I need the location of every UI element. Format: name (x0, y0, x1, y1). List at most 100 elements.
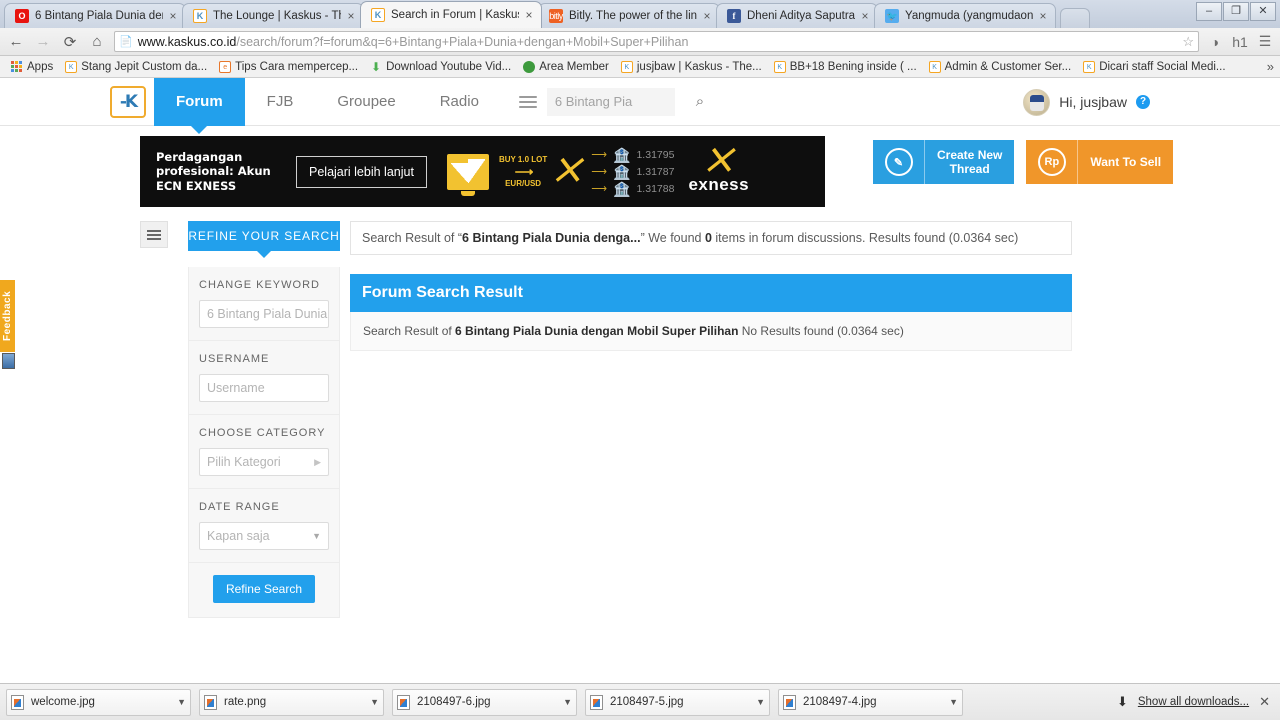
chevron-down-icon[interactable]: ▼ (949, 697, 958, 707)
bookmark-item[interactable]: K Stang Jepit Custom da... (60, 60, 212, 74)
home-icon[interactable]: ⌂ (87, 33, 107, 50)
ad-rates-list: ⟶ 🏦 1.31795 ⟶ 🏦 1.31787 ⟶ 🏦 1.31788 (591, 148, 674, 196)
browser-tab[interactable]: 🐦 Yangmuda (yangmudaonline × (874, 3, 1057, 28)
download-filename: 2108497-5.jpg (610, 696, 684, 708)
nav-item-groupee[interactable]: Groupee (315, 78, 417, 126)
bookmark-label: Download Youtube Vid... (386, 60, 512, 73)
browser-tab[interactable]: bitly Bitly. The power of the link. × (538, 3, 720, 28)
create-new-thread-button[interactable]: ✎ Create New Thread (873, 140, 1015, 184)
download-item[interactable]: rate.png ▼ (199, 688, 384, 716)
tab-close-icon[interactable]: × (859, 10, 871, 22)
close-window-button[interactable]: ✕ (1250, 2, 1276, 21)
date-range-select[interactable]: Kapan saja ▼ (199, 522, 329, 550)
tab-title: The Lounge | Kaskus - The L (213, 10, 341, 22)
extension-two-icon[interactable]: h1 (1231, 34, 1249, 50)
choose-category-select[interactable]: Pilih Kategori ▶ (199, 448, 329, 476)
browser-tab[interactable]: O 6 Bintang Piala Dunia dengan × (4, 3, 186, 28)
kaskus-icon: K (928, 60, 941, 73)
chevron-down-icon[interactable]: ▼ (177, 697, 186, 707)
pencil-icon: ✎ (873, 140, 925, 184)
field-label: DATE RANGE (199, 501, 280, 513)
download-item[interactable]: 2108497-4.jpg ▼ (778, 688, 963, 716)
tab-close-icon[interactable]: × (523, 9, 535, 21)
file-image-icon (590, 694, 603, 710)
feedback-tab[interactable]: Feedback (0, 280, 15, 352)
search-icon[interactable]: ⌕ (685, 93, 715, 110)
bookmark-item[interactable]: K BB+18 Bening inside ( ... (769, 60, 922, 74)
tab-close-icon[interactable]: × (701, 10, 713, 22)
bookmark-item[interactable]: K jusjbaw | Kaskus - The... (616, 60, 767, 74)
chevron-down-icon[interactable]: ▼ (370, 697, 379, 707)
change-keyword-input[interactable]: 6 Bintang Piala Dunia (199, 300, 329, 328)
summary-query: 6 Bintang Piala Dunia denga... (462, 231, 641, 245)
user-menu[interactable]: Hi, jusjbaw ? (1023, 78, 1150, 126)
bookmark-label: BB+18 Bening inside ( ... (789, 60, 917, 73)
feedback-side-icon[interactable] (2, 353, 15, 369)
download-item[interactable]: 2108497-5.jpg ▼ (585, 688, 770, 716)
bookmark-item[interactable]: K Dicari staff Social Medi... (1078, 60, 1230, 74)
header-search-group: 6 Bintang Pia ⌕ (518, 87, 715, 116)
chevron-down-icon[interactable]: ▼ (563, 697, 572, 707)
download-item[interactable]: welcome.jpg ▼ (6, 688, 191, 716)
chevron-down-icon[interactable]: ▼ (756, 697, 765, 707)
exness-ad-banner[interactable]: Perdagangan profesional: Akun ECN EXNESS… (140, 136, 825, 207)
browser-tab[interactable]: f Dheni Aditya Saputra × (716, 3, 879, 28)
bookmark-item[interactable]: K Admin & Customer Ser... (924, 60, 1077, 74)
nav-item-forum[interactable]: Forum (154, 78, 245, 134)
ad-cta-button[interactable]: Pelajari lebih lanjut (296, 155, 427, 188)
close-downloads-bar-icon[interactable]: ✕ (1259, 694, 1270, 710)
refine-your-search-tab[interactable]: REFINE YOUR SEARCH (188, 221, 340, 258)
want-to-sell-button[interactable]: Rp Want To Sell (1026, 140, 1174, 184)
bookmark-star-icon[interactable]: ☆ (1176, 34, 1194, 50)
kaskus-logo[interactable]: -K (110, 85, 146, 118)
downloads-bar-right: ⬇ Show all downloads... ✕ (1117, 694, 1274, 710)
forward-icon[interactable]: → (33, 33, 53, 50)
help-icon[interactable]: ? (1136, 95, 1150, 109)
nav-item-radio[interactable]: Radio (418, 78, 501, 126)
maximize-button[interactable]: ❐ (1223, 2, 1249, 21)
exness-logo-mark: ⨉ (706, 144, 731, 178)
browser-tab[interactable]: K The Lounge | Kaskus - The L × (182, 3, 364, 28)
opera-icon: O (15, 9, 29, 23)
bookmark-item[interactable]: ⬇ Download Youtube Vid... (365, 60, 516, 74)
download-item[interactable]: 2108497-6.jpg ▼ (392, 688, 577, 716)
ad-trade-info: BUY 1.0 LOT ⟶ EUR/USD (499, 154, 547, 190)
tab-close-icon[interactable]: × (1037, 10, 1049, 22)
tab-close-icon[interactable]: × (345, 10, 357, 22)
sidebar-toggle-icon[interactable] (140, 221, 168, 248)
refine-form: CHANGE KEYWORD 6 Bintang Piala Dunia USE… (188, 267, 340, 618)
url-host: www.kaskus.co.id (137, 34, 237, 49)
menu-hamburger-icon[interactable] (518, 95, 537, 108)
green-icon (523, 60, 536, 73)
address-bar[interactable]: 📄 www.kaskus.co.id /search/forum?f=forum… (114, 31, 1199, 52)
bookmarks-overflow-icon[interactable]: » (1267, 59, 1274, 74)
file-image-icon (204, 694, 217, 710)
summary-mid: ” We found (640, 231, 705, 245)
file-image-icon (11, 694, 24, 710)
ad-rate-value: 1.31787 (636, 165, 675, 178)
arrow-icon: ⟶ (591, 183, 608, 195)
browser-menu-icon[interactable]: ☰ (1256, 33, 1274, 50)
browser-tab-active[interactable]: K Search in Forum | Kaskus - Th × (360, 1, 542, 28)
bookmark-apps[interactable]: Apps (6, 60, 58, 74)
tab-close-icon[interactable]: × (167, 10, 179, 22)
refine-search-button[interactable]: Refine Search (212, 575, 316, 603)
show-all-downloads-link[interactable]: Show all downloads... (1138, 696, 1249, 708)
bookmarks-bar: Apps K Stang Jepit Custom da... e Tips C… (0, 56, 1280, 78)
reload-icon[interactable]: ⟳ (60, 33, 80, 51)
tab-title: 6 Bintang Piala Dunia dengan (35, 10, 163, 22)
back-icon[interactable]: ← (6, 33, 26, 50)
bookmark-item[interactable]: Area Member (518, 60, 614, 74)
nav-item-fjb[interactable]: FJB (245, 78, 316, 126)
ad-rate-row: ⟶ 🏦 1.31795 (591, 148, 674, 162)
tab-title: Search in Forum | Kaskus - Th (391, 9, 519, 21)
extension-one-icon[interactable]: ◑ (1206, 34, 1224, 50)
username-input[interactable]: Username (199, 374, 329, 402)
body-suffix: No Results found (0.0364 sec) (738, 324, 904, 338)
bookmark-item[interactable]: e Tips Cara mempercep... (214, 60, 363, 74)
site-search-input[interactable]: 6 Bintang Pia (546, 87, 675, 116)
select-value: Pilih Kategori (207, 455, 281, 469)
ad-rate-row: ⟶ 🏦 1.31788 (591, 182, 674, 196)
minimize-button[interactable]: – (1196, 2, 1222, 21)
new-tab-button[interactable] (1060, 8, 1091, 28)
